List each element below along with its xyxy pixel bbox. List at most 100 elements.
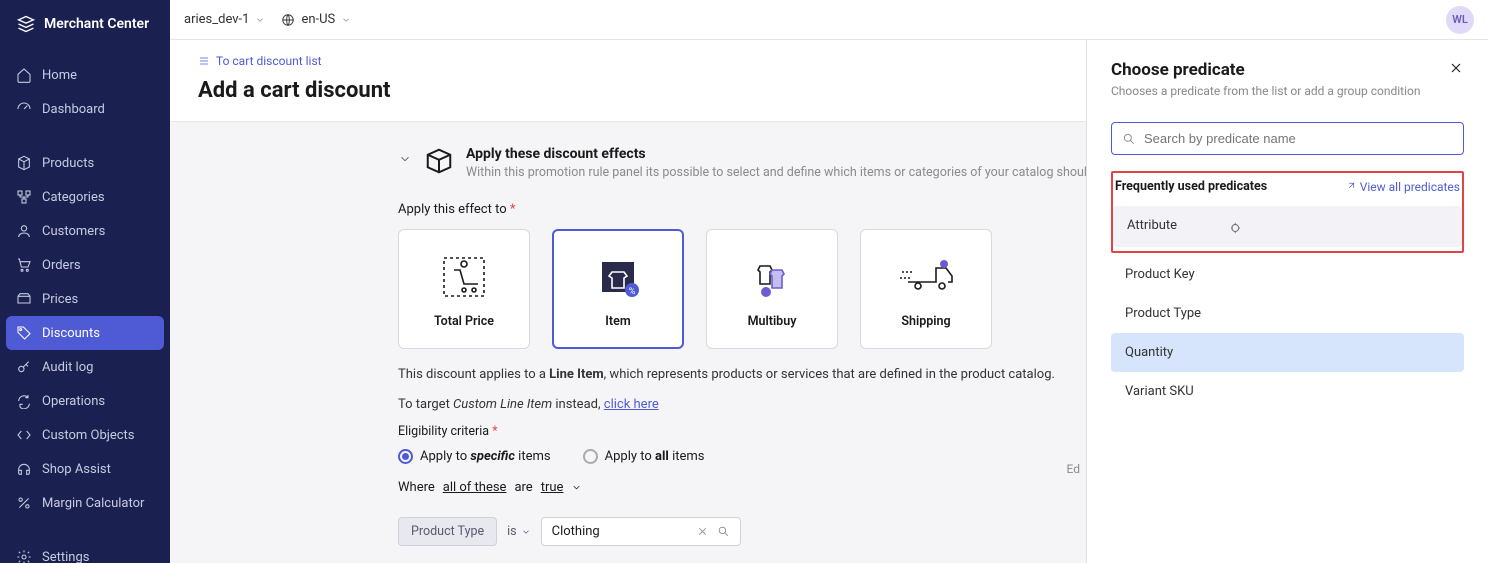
breadcrumb-text: To cart discount list xyxy=(216,54,322,68)
avatar[interactable]: WL xyxy=(1446,6,1474,34)
tile-shipping[interactable]: Shipping xyxy=(860,229,992,349)
clear-icon[interactable] xyxy=(696,525,709,538)
predicate-item-label: Product Key xyxy=(1125,267,1195,282)
tile-item[interactable]: % Item xyxy=(552,229,684,349)
gear-icon xyxy=(16,549,32,563)
highlighted-region: Frequently used predicates View all pred… xyxy=(1111,171,1464,253)
sidebar-item-operations[interactable]: Operations xyxy=(0,384,170,418)
project-name: aries_dev-1 xyxy=(184,12,249,27)
chevron-down-icon xyxy=(341,15,351,25)
sidebar-item-shop-assist[interactable]: Shop Assist xyxy=(0,452,170,486)
sidebar-item-margin[interactable]: Margin Calculator xyxy=(0,486,170,520)
predicate-item-product-type[interactable]: Product Type xyxy=(1111,294,1464,333)
cursor-icon xyxy=(1230,221,1244,235)
sidebar-item-prices[interactable]: Prices xyxy=(0,282,170,316)
sidebar-item-customers[interactable]: Customers xyxy=(0,214,170,248)
sidebar-item-products[interactable]: Products xyxy=(0,146,170,180)
radio-specific-items[interactable]: Apply to specific items xyxy=(398,449,551,464)
key-icon xyxy=(16,359,32,375)
freq-title: Frequently used predicates xyxy=(1115,179,1267,194)
brand: Merchant Center xyxy=(0,0,170,48)
panel-subtitle: Within this promotion rule panel its pos… xyxy=(466,165,1179,180)
item-icon: % xyxy=(588,249,648,304)
predicate-value: Clothing xyxy=(552,524,600,539)
box-icon xyxy=(16,155,32,171)
truck-icon xyxy=(896,249,956,304)
sidebar-item-home[interactable]: Home xyxy=(0,58,170,92)
tag-icon xyxy=(16,325,32,341)
tile-multibuy[interactable]: Multibuy xyxy=(706,229,838,349)
sidebar-item-label: Discounts xyxy=(42,326,100,341)
predicate-value-input[interactable]: Clothing xyxy=(541,517,741,546)
collapse-toggle[interactable] xyxy=(398,152,412,166)
sidebar-item-orders[interactable]: Orders xyxy=(0,248,170,282)
tile-label: Multibuy xyxy=(748,314,797,329)
sidebar-item-audit[interactable]: Audit log xyxy=(0,350,170,384)
panel-title: Apply these discount effects xyxy=(466,146,1179,162)
sidebar-item-label: Categories xyxy=(42,190,105,205)
sidebar-item-label: Customers xyxy=(42,224,105,239)
chevron-down-icon xyxy=(255,15,265,25)
percent-icon xyxy=(16,495,32,511)
sidebar-item-categories[interactable]: Categories xyxy=(0,180,170,214)
project-selector[interactable]: aries_dev-1 xyxy=(184,12,265,27)
sidebar-item-label: Products xyxy=(42,156,94,171)
predicate-panel: Choose predicate Chooses a predicate fro… xyxy=(1086,40,1488,563)
predicate-item-attribute[interactable]: Attribute xyxy=(1113,206,1462,247)
sidebar-item-custom-objects[interactable]: Custom Objects xyxy=(0,418,170,452)
sidebar-item-settings[interactable]: Settings xyxy=(0,540,170,563)
radio-all-items[interactable]: Apply to all items xyxy=(583,449,705,464)
sidebar-item-label: Audit log xyxy=(42,360,93,375)
view-all-link[interactable]: View all predicates xyxy=(1345,180,1460,194)
search-icon[interactable] xyxy=(717,525,730,538)
multibuy-icon xyxy=(742,249,802,304)
topbar: aries_dev-1 en-US WL xyxy=(170,0,1488,40)
predicate-search[interactable] xyxy=(1111,122,1464,155)
tree-icon xyxy=(16,189,32,205)
headset-icon xyxy=(16,461,32,477)
search-input[interactable] xyxy=(1144,131,1453,146)
sidebar-item-label: Orders xyxy=(42,258,81,273)
home-icon xyxy=(16,67,32,83)
box-discount-icon xyxy=(424,146,454,180)
sidebar-item-label: Settings xyxy=(42,550,89,563)
close-icon xyxy=(1448,60,1464,76)
user-icon xyxy=(16,223,32,239)
predicate-item-label: Quantity xyxy=(1125,345,1173,360)
sidebar-item-label: Margin Calculator xyxy=(42,496,144,511)
chevron-down-icon xyxy=(521,527,531,537)
code-icon xyxy=(16,427,32,443)
cart-icon xyxy=(16,257,32,273)
tile-label: Shipping xyxy=(901,314,950,329)
predicate-chip[interactable]: Product Type xyxy=(398,517,497,546)
close-button[interactable] xyxy=(1448,60,1464,80)
sidebar-item-label: Dashboard xyxy=(42,102,105,117)
sidebar-item-label: Prices xyxy=(42,292,78,307)
predicate-item-product-key[interactable]: Product Key xyxy=(1111,255,1464,294)
operator-select[interactable]: is xyxy=(507,524,531,539)
predicate-item-quantity[interactable]: Quantity xyxy=(1111,333,1464,372)
predicate-item-variant-sku[interactable]: Variant SKU xyxy=(1111,372,1464,411)
panel-title: Choose predicate xyxy=(1111,60,1245,80)
operator-label: is xyxy=(507,524,517,539)
edge-text: Ed xyxy=(1067,462,1080,476)
predicate-item-label: Attribute xyxy=(1127,218,1177,233)
globe-icon xyxy=(281,13,295,27)
predicate-chip-label: Product Type xyxy=(411,524,484,539)
sidebar: Merchant Center Home Dashboard Products … xyxy=(0,0,170,563)
sidebar-item-label: Custom Objects xyxy=(42,428,135,443)
price-icon xyxy=(16,291,32,307)
tile-total-price[interactable]: Total Price xyxy=(398,229,530,349)
svg-text:%: % xyxy=(629,287,636,297)
refresh-icon xyxy=(16,393,32,409)
sidebar-item-dashboard[interactable]: Dashboard xyxy=(0,92,170,126)
locale-value: en-US xyxy=(301,12,335,27)
locale-selector[interactable]: en-US xyxy=(281,12,351,27)
cart-price-icon xyxy=(434,249,494,304)
expand-icon xyxy=(1345,181,1356,192)
click-here-link[interactable]: click here xyxy=(604,397,659,412)
avatar-initials: WL xyxy=(1452,13,1468,26)
sidebar-item-discounts[interactable]: Discounts xyxy=(6,316,164,350)
predicate-item-label: Variant SKU xyxy=(1125,384,1194,399)
search-icon xyxy=(1122,132,1136,146)
